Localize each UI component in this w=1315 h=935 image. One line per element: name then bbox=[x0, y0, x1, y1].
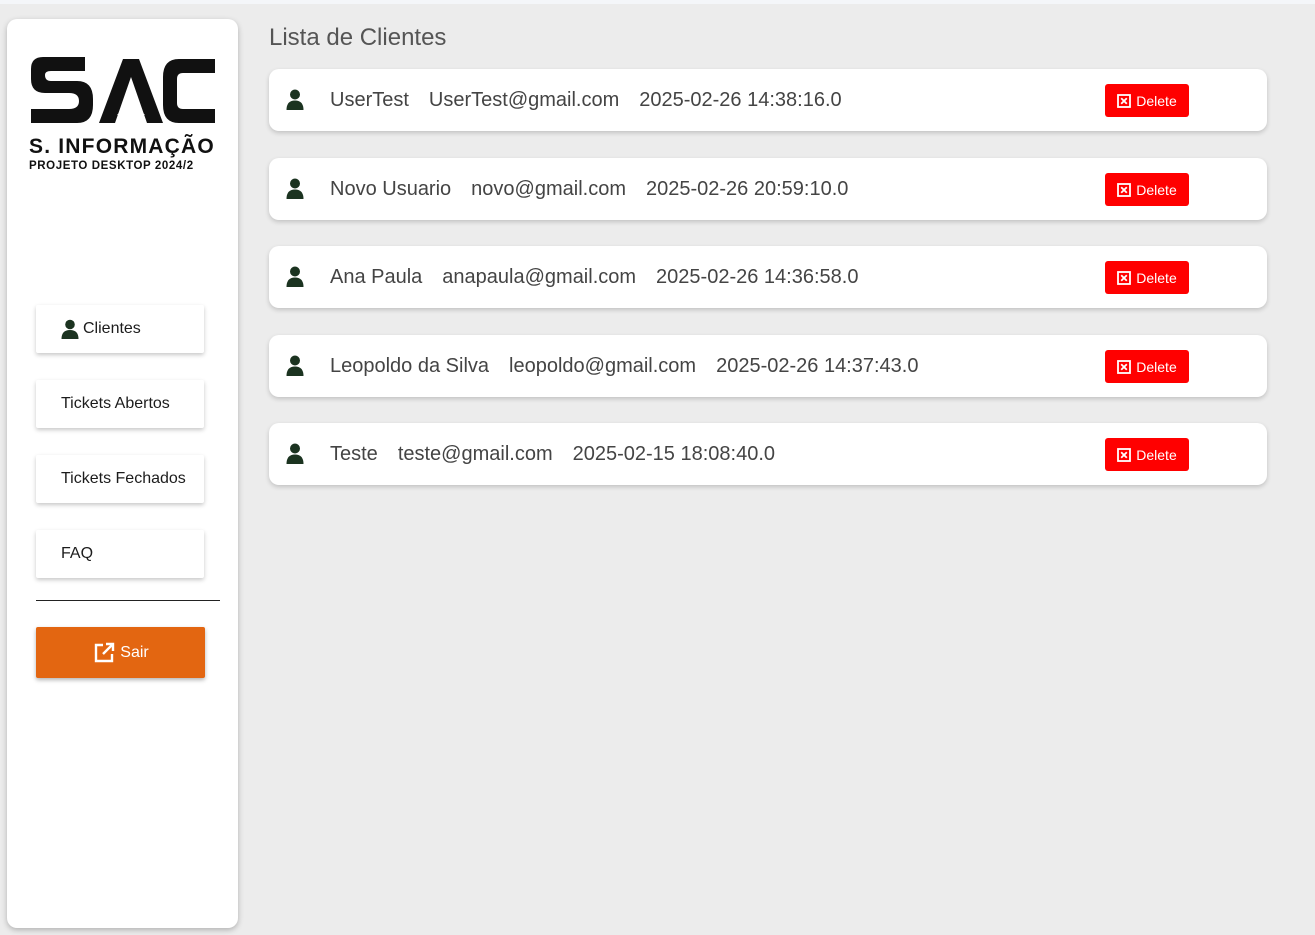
client-name: Teste bbox=[330, 442, 378, 465]
user-icon bbox=[286, 89, 304, 110]
sidebar: S. INFORMAÇÃO PROJETO DESKTOP 2024/2 Cli… bbox=[7, 19, 238, 928]
client-created: 2025-02-26 20:59:10.0 bbox=[645, 177, 849, 200]
client-name: Leopoldo da Silva bbox=[330, 354, 490, 377]
client-email: UserTest@gmail.com bbox=[428, 88, 620, 111]
close-box-icon bbox=[1117, 359, 1132, 374]
nav-clientes[interactable]: Clientes bbox=[36, 305, 204, 353]
logo-subtitle: PROJETO DESKTOP 2024/2 bbox=[29, 160, 194, 172]
client-row: Leopoldo da Silva leopoldo@gmail.com 2025-… bbox=[269, 335, 1267, 397]
client-created: 2025-02-26 14:37:43.0 bbox=[716, 354, 919, 377]
delete-button[interactable]: Delete bbox=[1105, 84, 1189, 117]
user-icon bbox=[286, 178, 304, 199]
client-created: 2025-02-15 18:08:40.0 bbox=[572, 442, 776, 465]
client-info: Novo Usuario novo@gmail.com 2025-02-26 20:… bbox=[330, 158, 868, 220]
client-row: Ana Paula anapaula@gmail.com 2025-02-26 14… bbox=[269, 246, 1267, 308]
client-created: 2025-02-26 14:38:16.0 bbox=[639, 88, 842, 111]
delete-button[interactable]: Delete bbox=[1105, 350, 1189, 383]
delete-label: Delete bbox=[1136, 92, 1177, 109]
client-name: Novo Usuario bbox=[330, 177, 452, 200]
delete-label: Delete bbox=[1136, 446, 1177, 463]
client-info: Leopoldo da Silva leopoldo@gmail.com 2025-… bbox=[330, 335, 938, 397]
client-info: Teste teste@gmail.com 2025-02-15 18:08:40.… bbox=[330, 423, 795, 485]
nav-tickets-abertos[interactable]: Tickets Abertos bbox=[36, 380, 204, 428]
page-title: Lista de Clientes bbox=[269, 24, 447, 51]
client-row: UserTest UserTest@gmail.com 2025-02-26 14:… bbox=[269, 69, 1267, 131]
user-icon bbox=[286, 443, 304, 464]
sac-logo: S. INFORMAÇÃO PROJETO DESKTOP 2024/2 bbox=[29, 55, 219, 175]
nav-label: Tickets Abertos bbox=[61, 395, 170, 412]
user-icon bbox=[61, 319, 79, 339]
logo-title: S. INFORMAÇÃO bbox=[29, 135, 215, 158]
close-box-icon bbox=[1117, 93, 1132, 108]
delete-label: Delete bbox=[1136, 269, 1177, 286]
client-email: teste@gmail.com bbox=[397, 442, 553, 465]
client-created: 2025-02-26 14:36:58.0 bbox=[656, 265, 859, 288]
client-email: novo@gmail.com bbox=[471, 177, 626, 200]
nav-tickets-fechados[interactable]: Tickets Fechados bbox=[36, 455, 204, 503]
client-name: UserTest bbox=[330, 88, 409, 111]
delete-button[interactable]: Delete bbox=[1105, 173, 1189, 206]
user-icon bbox=[286, 355, 304, 376]
sidebar-divider bbox=[36, 600, 220, 601]
client-info: UserTest UserTest@gmail.com 2025-02-26 14:… bbox=[330, 69, 862, 131]
delete-button[interactable]: Delete bbox=[1105, 261, 1189, 294]
user-icon bbox=[286, 266, 304, 287]
client-email: anapaula@gmail.com bbox=[442, 265, 637, 288]
nav-label: Tickets Fechados bbox=[61, 470, 186, 487]
window-top-edge bbox=[0, 0, 1315, 4]
sac-logo-mark bbox=[31, 57, 215, 123]
delete-label: Delete bbox=[1136, 181, 1177, 198]
delete-button[interactable]: Delete bbox=[1105, 438, 1189, 471]
client-name: Ana Paula bbox=[330, 265, 423, 288]
client-row: Teste teste@gmail.com 2025-02-15 18:08:40.… bbox=[269, 423, 1267, 485]
external-link-icon bbox=[92, 641, 116, 665]
nav-label: Clientes bbox=[83, 320, 141, 337]
close-box-icon bbox=[1117, 270, 1132, 285]
client-info: Ana Paula anapaula@gmail.com 2025-02-26 14… bbox=[330, 246, 878, 308]
close-box-icon bbox=[1117, 182, 1132, 197]
nav-faq[interactable]: FAQ bbox=[36, 530, 204, 578]
client-email: leopoldo@gmail.com bbox=[509, 354, 697, 377]
nav-label: FAQ bbox=[61, 545, 94, 562]
client-row: Novo Usuario novo@gmail.com 2025-02-26 20:… bbox=[269, 158, 1267, 220]
logout-label: Sair bbox=[120, 643, 149, 661]
close-box-icon bbox=[1117, 447, 1132, 462]
delete-label: Delete bbox=[1136, 358, 1177, 375]
logout-button[interactable]: Sair bbox=[36, 627, 205, 678]
